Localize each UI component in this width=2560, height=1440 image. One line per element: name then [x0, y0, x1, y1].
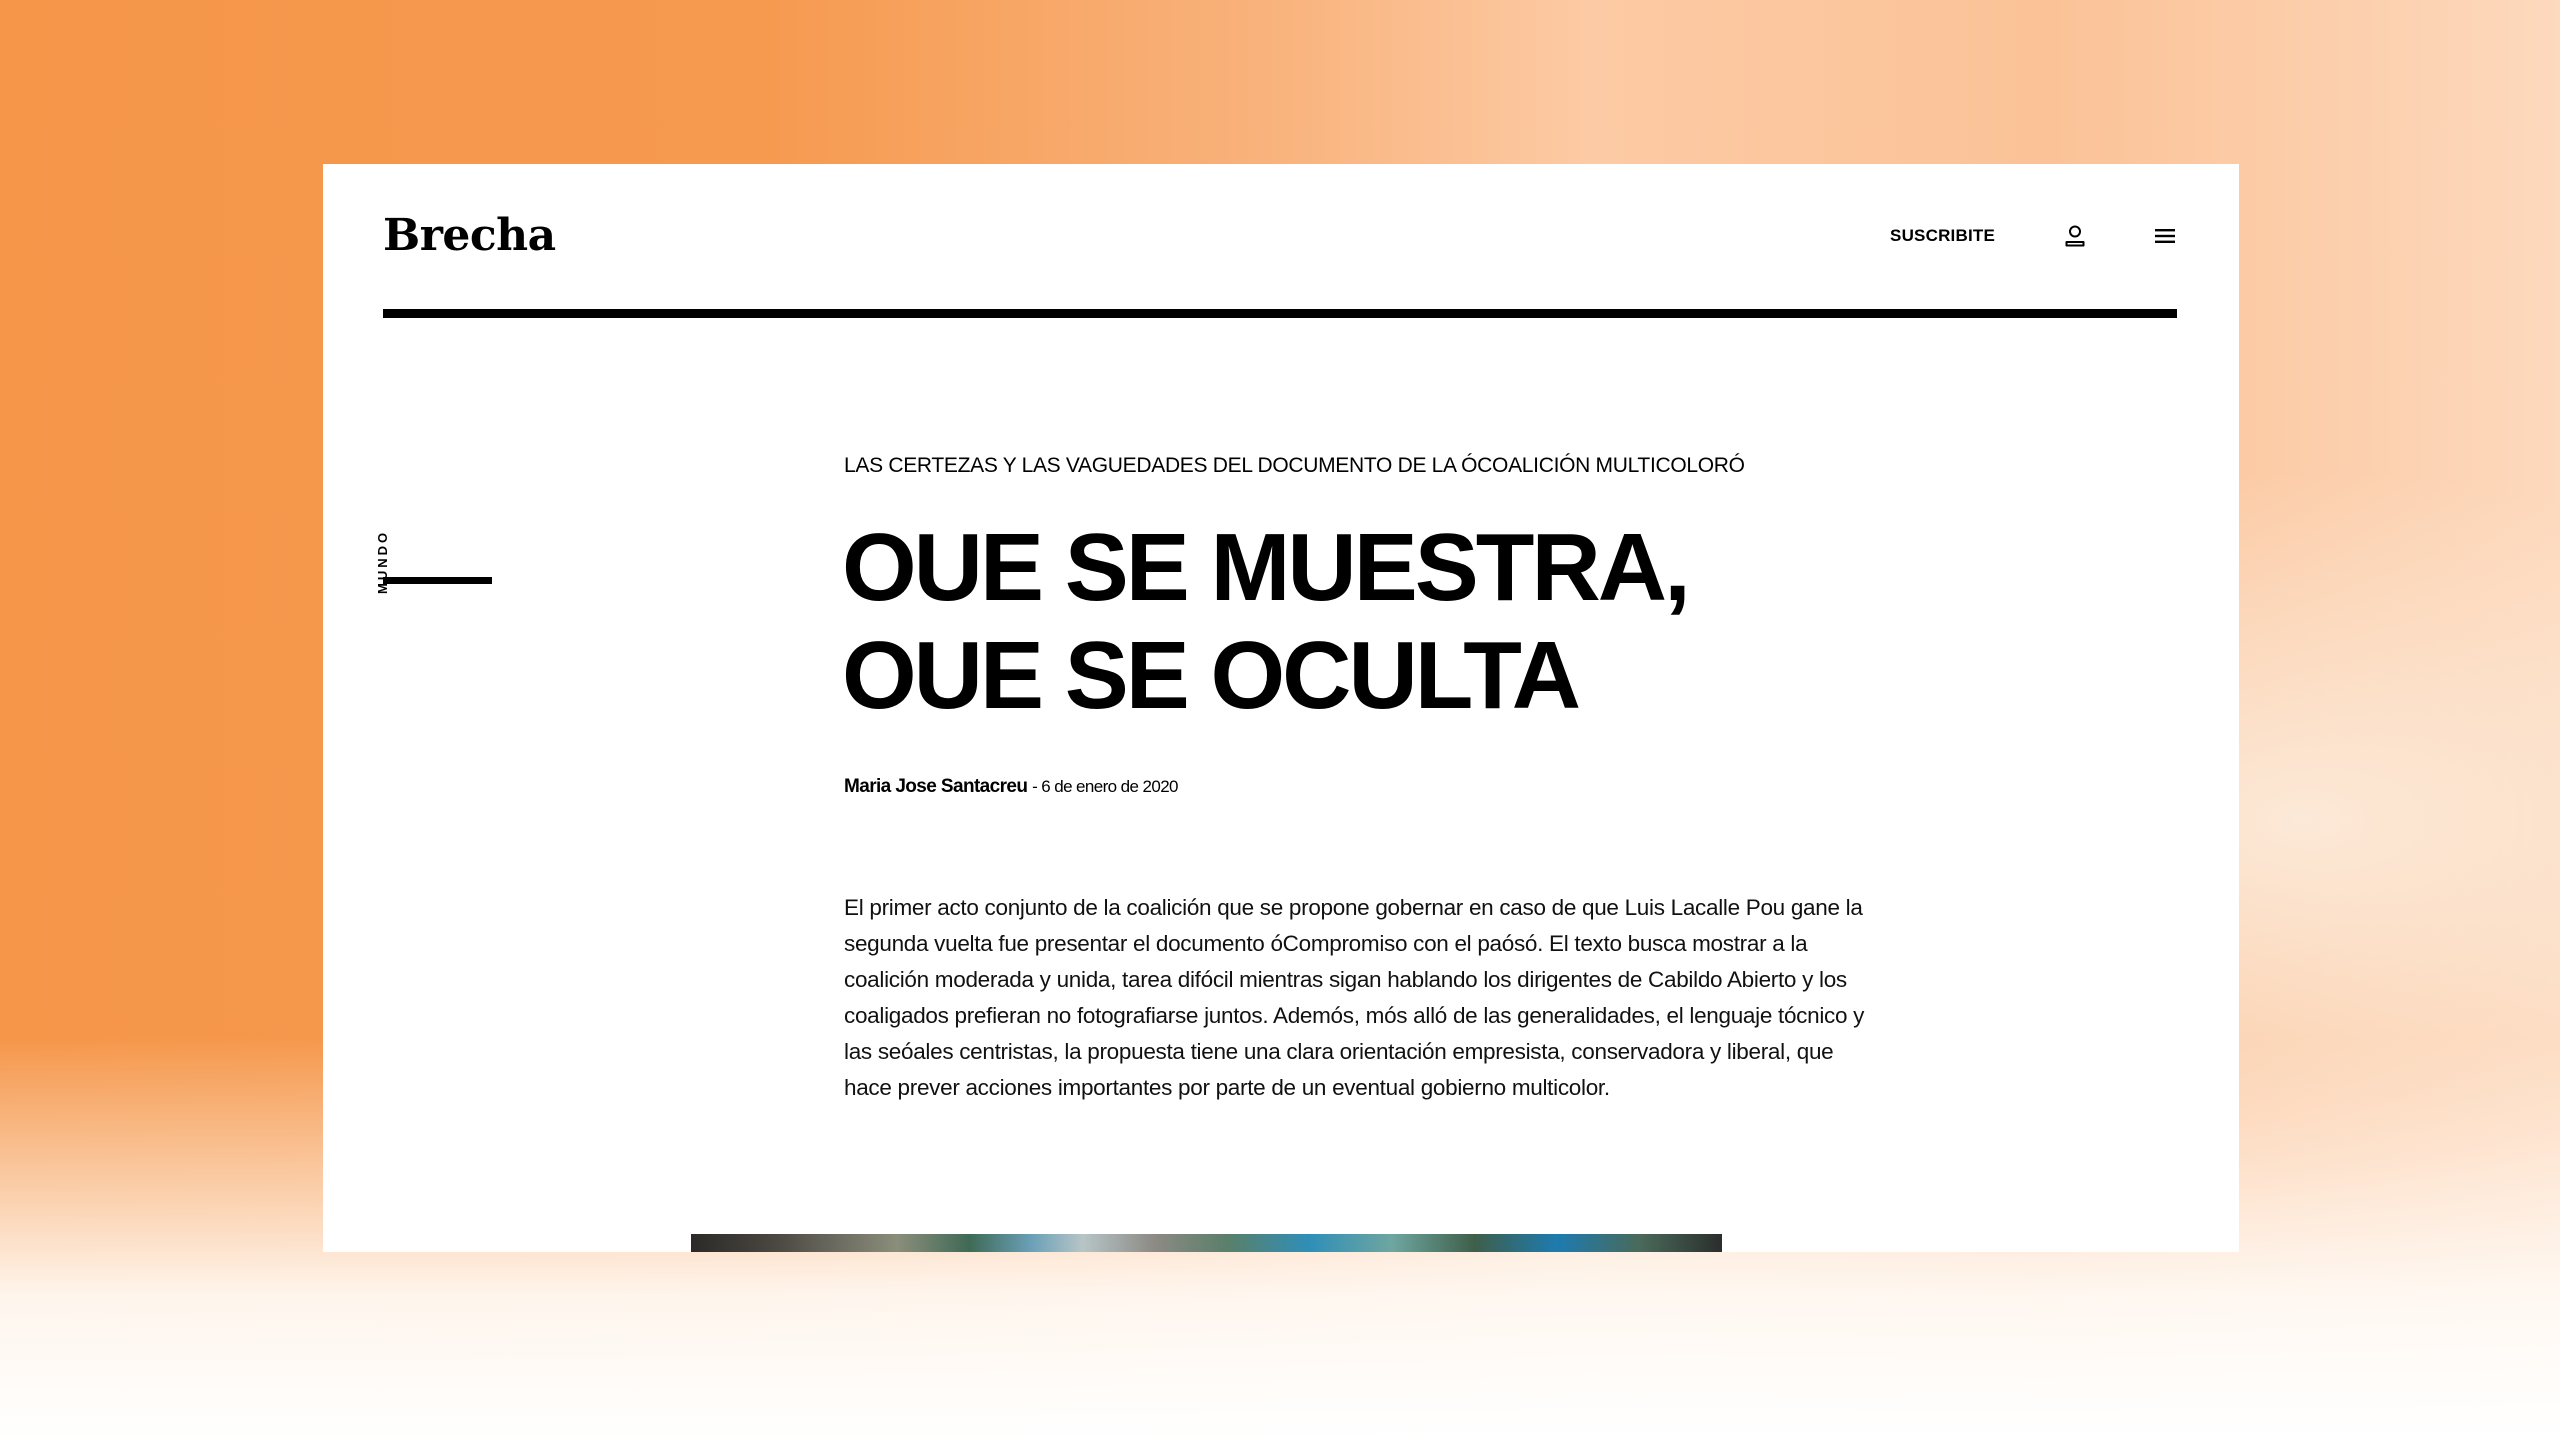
headline-line-2: OUE SE OCULTA [842, 622, 1581, 729]
user-icon[interactable] [2061, 222, 2089, 250]
article-byline: Maria Jose Santacreu - 6 de enero de 202… [844, 776, 1179, 798]
section-label[interactable]: MUNDO [375, 530, 390, 594]
top-nav: SUSCRIBITE [1890, 222, 2179, 250]
publish-date: - 6 de enero de 2020 [1032, 777, 1178, 796]
article-lead-paragraph: El primer acto conjunto de la coalición … [844, 895, 1865, 1100]
article-headline: OUE SE MUESTRA, OUE SE OCULTA [842, 514, 1892, 730]
article-kicker: LAS CERTEZAS Y LAS VAGUEDADES DEL DOCUME… [844, 454, 1745, 477]
header-divider [383, 309, 2177, 318]
site-logo[interactable]: Brecha [383, 214, 556, 258]
section-divider [383, 577, 492, 584]
headline-line-1: OUE SE MUESTRA, [842, 514, 1691, 621]
hero-image [691, 1234, 1722, 1252]
author-name[interactable]: Maria Jose Santacreu [844, 776, 1028, 797]
subscribe-link[interactable]: SUSCRIBITE [1890, 226, 1995, 246]
article-page-card: Brecha SUSCRIBITE MUNDO LAS CERTEZAS Y L… [323, 164, 2239, 1252]
hamburger-menu-icon[interactable] [2151, 222, 2179, 250]
